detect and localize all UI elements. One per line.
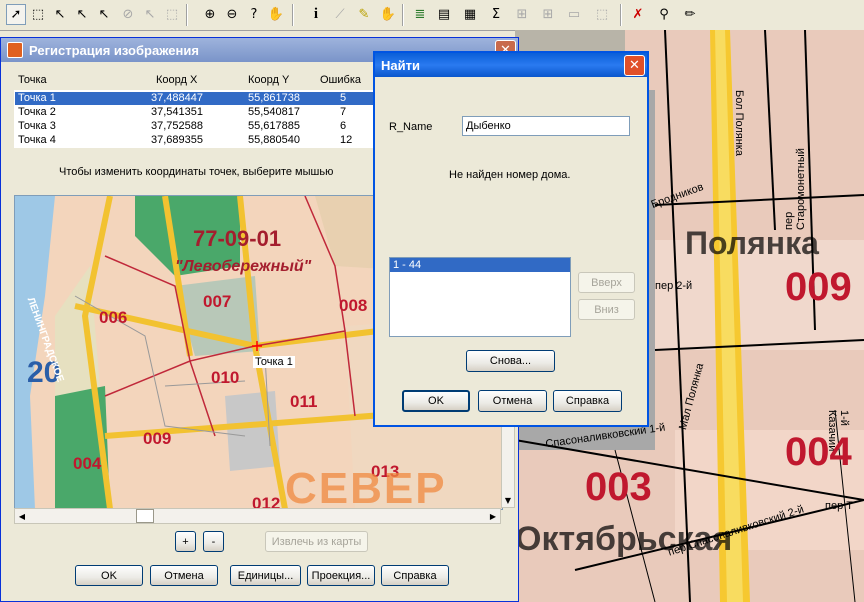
extract-from-map-button[interactable]: Извлечь из карты [265,531,368,552]
ok-button[interactable]: OK [75,565,143,586]
table-row[interactable]: Точка 4 37,689355 55,880540 12 [15,134,377,147]
find-help-button[interactable]: Справка [553,390,622,412]
wrench-icon[interactable]: ⚲ [654,4,674,25]
tool-d-icon[interactable]: ⬚ [592,4,612,25]
map-district-label: Октябрьская [515,520,733,558]
list-item[interactable]: 1 - 44 [390,258,570,272]
table-row[interactable]: Точка 3 37,752588 55,617885 6 [15,120,377,133]
help-button[interactable]: Справка [381,565,449,586]
zoom-query-icon[interactable]: ? [244,4,264,25]
col-header-point[interactable]: Точка [18,74,47,86]
select-circle-icon[interactable]: ⊘ [118,4,138,25]
up-button[interactable]: Вверх [578,272,635,293]
edit-pen-icon[interactable]: ✎ [354,4,374,25]
pencil-icon[interactable]: ✏ [680,4,700,25]
map-block-number: 009 [143,429,172,448]
cancel-button[interactable]: Отмена [150,565,218,586]
map-street-label: Бол Полянка [733,90,745,156]
info-icon[interactable]: i [306,4,326,25]
ruler-icon[interactable]: ⟋ [330,4,350,25]
zoom-minus-button[interactable]: - [203,531,224,552]
map-block-number: 008 [339,296,368,315]
registration-title: Регистрация изображения [29,42,199,58]
map-block-number: 010 [211,368,240,387]
horizontal-scrollbar[interactable] [14,508,501,524]
map-block-number: 004 [73,454,102,473]
layers-icon[interactable]: ≣ [410,4,430,25]
map-block-number: 007 [203,292,232,311]
zoom-out-icon[interactable]: ⊖ [222,4,242,25]
arrow-tool-icon[interactable]: ➚ [6,4,26,25]
map-block-number: 011 [290,392,318,411]
find-title: Найти [381,57,420,73]
sum-icon[interactable]: Σ [486,4,506,25]
legend-icon[interactable]: ▤ [434,4,454,25]
down-button[interactable]: Вниз [578,299,635,320]
pan-hand-icon[interactable]: ✋ [266,4,286,25]
select-bound-icon[interactable]: ↖ [94,4,114,25]
projection-button[interactable]: Проекция... [307,565,375,586]
not-found-message: Не найден номер дома. [449,169,571,181]
find-cancel-button[interactable]: Отмена [478,390,547,412]
map-district-label: Полянка [685,225,819,261]
again-button[interactable]: Снова... [466,350,555,372]
table-row[interactable]: Точка 1 37,488447 55,861738 5 [15,92,377,105]
point-marker-label[interactable]: Точка 1 [253,356,295,368]
map-district-code: 77-09-01 [193,226,282,251]
rname-input[interactable] [462,116,630,136]
map-district-name: "Левобережный" [175,258,312,275]
scroll-thumb[interactable] [136,509,154,523]
col-header-y[interactable]: Коорд Y [248,74,289,86]
main-toolbar: ➚ ⬚ ↖ ↖ ↖ ⊘ ↖ ⬚ ⊕ ⊖ ? ✋ i ⟋ ✎ ✋ ≣ ▤ ▦ Σ … [0,0,864,31]
map-block-number: 009 [785,265,852,309]
find-dialog: Найти ✕ R_Name Не найден номер дома. 1 -… [373,51,649,427]
zoom-plus-button[interactable]: + [175,531,196,552]
scroll-down-icon[interactable]: ▼ [501,493,515,507]
col-header-x[interactable]: Коорд X [156,74,197,86]
table-icon[interactable]: ▦ [460,4,480,25]
wrench-red-icon[interactable]: ✗ [628,4,648,25]
select-lasso-icon[interactable]: ↖ [50,4,70,25]
select-cursor-box-icon[interactable]: ⬚ [162,4,182,25]
map-street-label: пер 2-й [655,280,693,292]
tool-b-icon[interactable]: ⊞ [538,4,558,25]
units-button[interactable]: Единицы... [230,565,301,586]
map-big-text: СЕВЕР [285,464,447,510]
map-block-number: 003 [585,465,652,509]
map-block-number: 004 [785,430,852,474]
hint-text: Чтобы изменить координаты точек, выберит… [59,166,334,178]
find-titlebar[interactable]: Найти [375,53,647,77]
find-ok-button[interactable]: OK [402,390,470,412]
map-street-label: пер Старомонетный [783,148,807,230]
stamp-icon[interactable]: ✋ [378,4,398,25]
table-row[interactable]: Точка 2 37,541351 55,540817 7 [15,106,377,119]
tool-a-icon[interactable]: ⊞ [512,4,532,25]
select-poly-icon[interactable]: ↖ [72,4,92,25]
tool-c-icon[interactable]: ▭ [564,4,584,25]
scroll-right-icon[interactable]: ▶ [486,509,500,523]
app-icon [7,42,23,58]
close-icon[interactable]: ✕ [624,55,645,76]
map-block-number: 006 [99,308,128,327]
map-street-label: пер Т [825,500,853,512]
rname-label: R_Name [389,121,433,133]
scroll-left-icon[interactable]: ◀ [15,509,29,523]
col-header-error[interactable]: Ошибка [320,74,361,86]
zoom-in-icon[interactable]: ⊕ [200,4,220,25]
house-number-list[interactable]: 1 - 44 [389,257,571,337]
select-rect-icon[interactable]: ⬚ [28,4,48,25]
select-cursor-icon[interactable]: ↖ [140,4,160,25]
